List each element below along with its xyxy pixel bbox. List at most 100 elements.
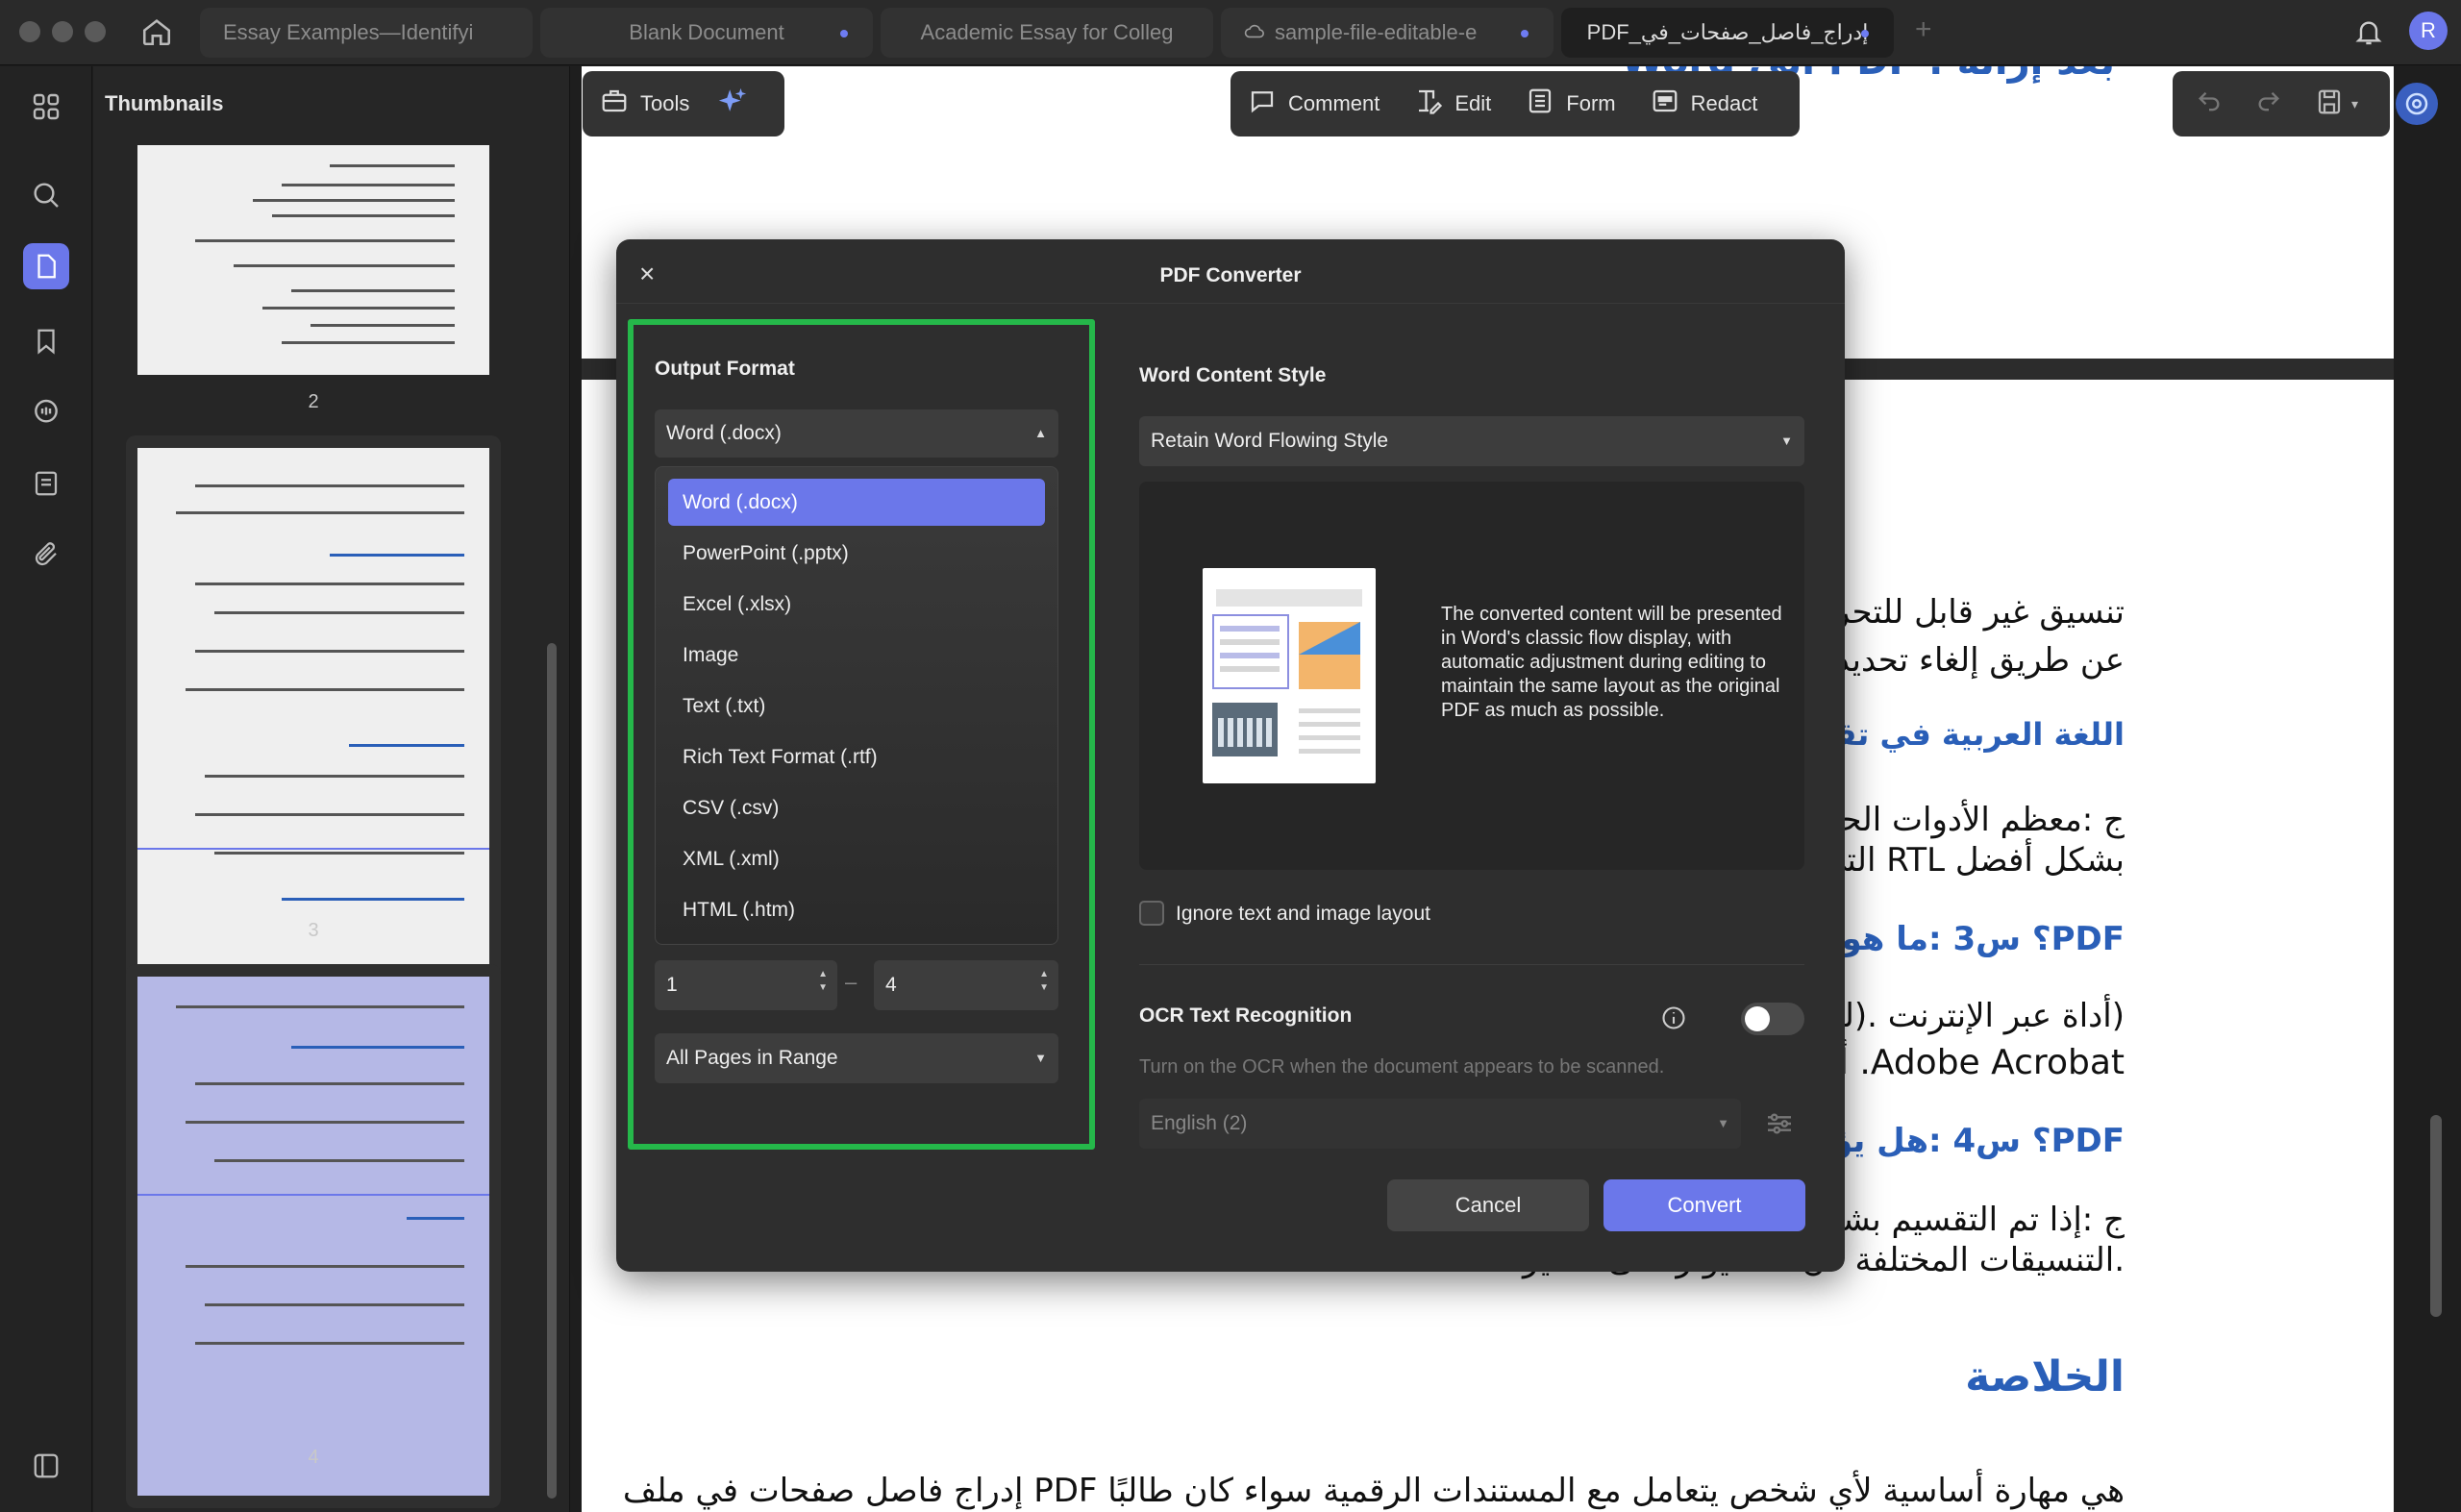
divider bbox=[616, 303, 1845, 304]
tab-label: sample-file-editable-e bbox=[1275, 20, 1478, 44]
unsaved-dot bbox=[840, 30, 848, 37]
toggle-knob bbox=[1745, 1006, 1770, 1031]
page-number: 4 bbox=[308, 1447, 319, 1468]
format-option-xml[interactable]: XML (.xml) bbox=[668, 835, 1045, 882]
ocr-toggle[interactable] bbox=[1741, 1003, 1804, 1035]
format-option-rtf[interactable]: Rich Text Format (.rtf) bbox=[668, 733, 1045, 781]
new-tab-button[interactable]: + bbox=[1915, 13, 1932, 46]
pages-icon[interactable] bbox=[23, 243, 69, 289]
sidebar-toggle-icon[interactable] bbox=[23, 1443, 69, 1489]
ai-sparkle-icon[interactable] bbox=[707, 86, 758, 123]
tab-sample-file[interactable]: sample-file-editable-e bbox=[1221, 8, 1554, 58]
toolbox-icon bbox=[600, 87, 629, 121]
word-content-value: Retain Word Flowing Style bbox=[1151, 430, 1389, 452]
format-option-csv[interactable]: CSV (.csv) bbox=[668, 784, 1045, 831]
edit-button[interactable]: Edit bbox=[1397, 71, 1508, 136]
convert-button[interactable]: Convert bbox=[1603, 1179, 1805, 1231]
grid-icon[interactable] bbox=[23, 84, 69, 130]
format-options-list: Word (.docx) PowerPoint (.pptx) Excel (.… bbox=[655, 466, 1058, 945]
tab-label: PDF_إدراج_فاصل_صفحات_في bbox=[1586, 20, 1869, 44]
format-option-image[interactable]: Image bbox=[668, 632, 1045, 679]
redact-icon bbox=[1651, 87, 1679, 121]
range-from-stepper[interactable]: 1 ▲ ▼ bbox=[655, 960, 837, 1010]
dialog-title: PDF Converter bbox=[1159, 264, 1302, 286]
tab-academic-essay[interactable]: Academic Essay for Colleg bbox=[881, 8, 1213, 58]
comment-list-icon[interactable] bbox=[23, 389, 69, 435]
doc-text: Adobe Acrobat. أو bbox=[1822, 1043, 2125, 1082]
ignore-layout-label: Ignore text and image layout bbox=[1176, 903, 1431, 925]
tab-label: Academic Essay for Colleg bbox=[920, 20, 1174, 44]
tools-button[interactable]: Tools bbox=[583, 71, 707, 136]
output-format-select[interactable]: Word (.docx) ▲ bbox=[655, 409, 1058, 458]
stepper-arrows-icon[interactable]: ▲ ▼ bbox=[1039, 968, 1049, 995]
edit-label: Edit bbox=[1454, 91, 1492, 115]
info-icon[interactable] bbox=[1660, 1004, 1687, 1036]
document-scrollbar[interactable] bbox=[2430, 1115, 2442, 1317]
output-format-value: Word (.docx) bbox=[666, 422, 782, 444]
panel-title: Thumbnails bbox=[105, 91, 224, 115]
search-icon[interactable] bbox=[23, 172, 69, 218]
comment-icon bbox=[1248, 87, 1277, 121]
document-icon[interactable] bbox=[23, 460, 69, 507]
pdf-converter-dialog: × PDF Converter Output Format Word (.doc… bbox=[616, 239, 1845, 1272]
form-button[interactable]: Form bbox=[1508, 71, 1632, 136]
ocr-heading: OCR Text Recognition bbox=[1139, 1004, 1353, 1027]
avatar[interactable]: R bbox=[2409, 12, 2448, 50]
page-number: 2 bbox=[308, 391, 319, 412]
ocr-hint: Turn on the OCR when the document appear… bbox=[1139, 1056, 1665, 1078]
format-option-word[interactable]: Word (.docx) bbox=[668, 479, 1045, 526]
ignore-layout-checkbox[interactable] bbox=[1139, 901, 1164, 926]
word-content-select[interactable]: Retain Word Flowing Style ▼ bbox=[1139, 416, 1804, 466]
range-to-stepper[interactable]: 4 ▲ ▼ bbox=[874, 960, 1058, 1010]
home-icon[interactable] bbox=[140, 15, 173, 53]
comment-button[interactable]: Comment bbox=[1230, 71, 1397, 136]
left-rail bbox=[0, 66, 92, 1512]
tab-blank-document[interactable]: Blank Document bbox=[540, 8, 873, 58]
minimize-window-button[interactable] bbox=[52, 21, 73, 42]
caret-up-icon: ▲ bbox=[1034, 426, 1047, 440]
redact-button[interactable]: Redact bbox=[1633, 71, 1776, 136]
format-option-excel[interactable]: Excel (.xlsx) bbox=[668, 581, 1045, 628]
thumbnail-scrollbar[interactable] bbox=[547, 643, 557, 1499]
chevron-down-icon: ▼ bbox=[1780, 434, 1793, 448]
bookmark-icon[interactable] bbox=[23, 318, 69, 364]
tab-active-document[interactable]: PDF_إدراج_فاصل_صفحات_في bbox=[1561, 8, 1894, 58]
ai-assistant-icon[interactable] bbox=[2396, 83, 2438, 125]
attachment-icon[interactable] bbox=[23, 532, 69, 578]
format-option-text[interactable]: Text (.txt) bbox=[668, 682, 1045, 730]
ocr-language-select[interactable]: English (2) ▼ bbox=[1139, 1099, 1741, 1149]
unsaved-dot bbox=[1861, 30, 1869, 37]
page-thumbnail-3[interactable] bbox=[137, 448, 489, 969]
page-thumbnail-2[interactable] bbox=[137, 145, 489, 375]
unsaved-dot bbox=[1521, 30, 1529, 37]
edit-toolbar: Comment Edit Form Redact bbox=[1230, 71, 1800, 136]
page-subset-select[interactable]: All Pages in Range ▼ bbox=[655, 1033, 1058, 1083]
doc-text: (أداة عبر الإنترنت .(لكن bbox=[1801, 997, 2125, 1035]
redo-icon[interactable] bbox=[2255, 88, 2282, 120]
style-preview-panel: The converted content will be presented … bbox=[1139, 482, 1804, 870]
doc-text: عن طريق إلغاء تحديد " bbox=[1809, 641, 2125, 680]
style-description: The converted content will be presented … bbox=[1441, 604, 1782, 721]
divider bbox=[1139, 964, 1804, 965]
close-window-button[interactable] bbox=[19, 21, 40, 42]
zoom-window-button[interactable] bbox=[85, 21, 106, 42]
format-option-powerpoint[interactable]: PowerPoint (.pptx) bbox=[668, 530, 1045, 577]
cancel-button[interactable]: Cancel bbox=[1387, 1179, 1589, 1231]
range-separator: – bbox=[845, 970, 858, 994]
sliders-icon[interactable] bbox=[1764, 1108, 1795, 1144]
cloud-icon bbox=[1244, 20, 1265, 45]
edit-icon bbox=[1414, 87, 1443, 121]
range-to-value: 4 bbox=[885, 974, 897, 996]
tab-essay-examples[interactable]: Essay Examples—Identifyi bbox=[200, 8, 533, 58]
stepper-arrows-icon[interactable]: ▲ ▼ bbox=[818, 968, 828, 995]
save-icon[interactable] bbox=[2315, 87, 2344, 121]
chevron-down-icon: ▼ bbox=[1717, 1116, 1729, 1130]
notification-bell-icon[interactable] bbox=[2353, 15, 2384, 53]
format-option-html[interactable]: HTML (.htm) bbox=[668, 886, 1045, 933]
word-content-heading: Word Content Style bbox=[1139, 364, 1327, 386]
range-from-value: 1 bbox=[666, 974, 678, 996]
layout-preview-image bbox=[1203, 568, 1376, 783]
undo-icon[interactable] bbox=[2196, 88, 2223, 120]
page-thumbnail-4[interactable] bbox=[137, 977, 489, 1496]
chevron-down-icon[interactable]: ▾ bbox=[2351, 96, 2358, 112]
